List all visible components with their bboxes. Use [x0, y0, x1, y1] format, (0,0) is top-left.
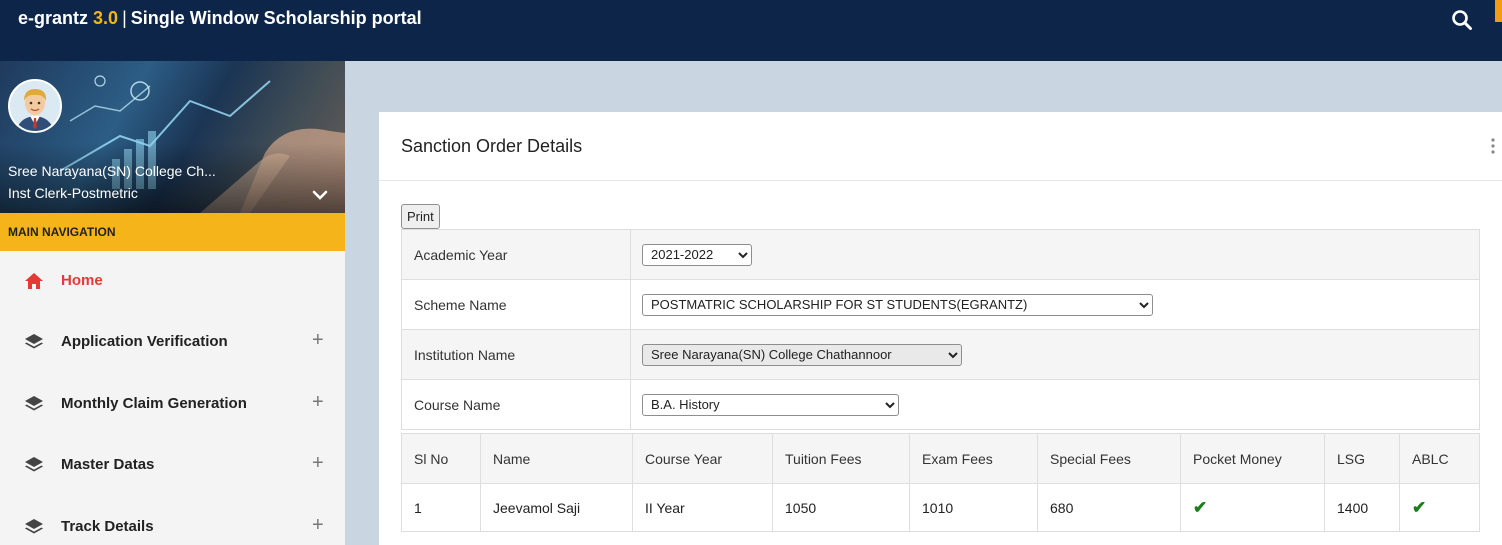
- chevron-down-icon: [312, 190, 328, 200]
- user-profile-panel: Sree Narayana(SN) College Ch... Inst Cle…: [0, 61, 345, 213]
- column-header-name: Name: [480, 433, 633, 484]
- cell-exam-fees: 1010: [909, 483, 1038, 532]
- column-header-special-fees: Special Fees: [1037, 433, 1181, 484]
- cell-pocket-money: ✔: [1180, 483, 1325, 532]
- sidebar-item-label: Home: [61, 272, 103, 289]
- user-avatar-icon: [10, 81, 60, 131]
- expand-plus-icon[interactable]: +: [312, 329, 324, 352]
- academic-year-select[interactable]: 2021-2022: [642, 243, 752, 266]
- form-row-scheme-name: Scheme Name POSTMATRIC SCHOLARSHIP FOR S…: [401, 279, 1480, 330]
- sanction-order-card: Sanction Order Details Print Academic Ye…: [379, 112, 1502, 545]
- sidebar-item-application-verification[interactable]: Application Verification +: [0, 312, 345, 372]
- top-header-bar: e-grantz 3.0 | Single Window Scholarship p…: [0, 0, 1502, 61]
- brand-name: e-grantz: [18, 8, 89, 28]
- column-header-ablc: ABLC: [1399, 433, 1480, 484]
- sidebar-item-home[interactable]: Home: [0, 251, 345, 311]
- institution-name-cell: Sree Narayana(SN) College Chathannoor: [630, 329, 1480, 380]
- sidebar-item-label: Application Verification: [61, 333, 228, 350]
- institution-name-select[interactable]: Sree Narayana(SN) College Chathannoor: [642, 343, 962, 366]
- sidebar-item-label: Master Datas: [61, 456, 155, 473]
- page-title: Sanction Order Details: [401, 136, 583, 156]
- app-brand[interactable]: e-grantz 3.0 | Single Window Scholarship p…: [18, 8, 422, 29]
- course-name-cell: B.A. History: [630, 379, 1480, 430]
- layers-icon: [25, 396, 43, 411]
- table-header-row: Sl No Name Course Year Tuition Fees Exam…: [401, 433, 1480, 484]
- expand-plus-icon[interactable]: +: [312, 514, 324, 537]
- scheme-name-cell: POSTMATRIC SCHOLARSHIP FOR ST STUDENTS(E…: [630, 279, 1480, 330]
- expand-plus-icon[interactable]: +: [312, 391, 324, 414]
- sidebar-item-label: Track Details: [61, 518, 154, 535]
- check-icon: ✔: [1412, 497, 1427, 517]
- form-row-academic-year: Academic Year 2021-2022: [401, 229, 1480, 280]
- cell-ablc: ✔: [1399, 483, 1480, 532]
- card-menu-button[interactable]: [1489, 136, 1497, 156]
- cell-lsg: 1400: [1324, 483, 1400, 532]
- card-divider: [379, 180, 1502, 181]
- nav-header-label: MAIN NAVIGATION: [8, 225, 116, 239]
- brand-version: 3.0: [93, 8, 119, 28]
- accent-corner: [1495, 0, 1502, 22]
- cell-course-year: II Year: [632, 483, 773, 532]
- column-header-sl-no: Sl No: [401, 433, 481, 484]
- search-icon: [1452, 10, 1472, 30]
- institution-name-label: Institution Name: [401, 329, 631, 380]
- cell-sl-no: 1: [401, 483, 481, 532]
- cell-name: Jeevamol Saji: [480, 483, 633, 532]
- sidebar: Sree Narayana(SN) College Ch... Inst Cle…: [0, 61, 345, 545]
- sidebar-item-track-details[interactable]: Track Details +: [0, 497, 345, 545]
- column-header-lsg: LSG: [1324, 433, 1400, 484]
- expand-plus-icon[interactable]: +: [312, 452, 324, 475]
- sanction-data-table: Sl No Name Course Year Tuition Fees Exam…: [401, 433, 1480, 532]
- search-button[interactable]: [1450, 8, 1474, 32]
- filter-form-table: Academic Year 2021-2022 Scheme Name POST…: [401, 229, 1480, 430]
- sidebar-item-label: Monthly Claim Generation: [61, 395, 247, 412]
- academic-year-label: Academic Year: [401, 229, 631, 280]
- main-navigation-header: MAIN NAVIGATION: [0, 213, 345, 251]
- column-header-exam-fees: Exam Fees: [909, 433, 1038, 484]
- course-name-select[interactable]: B.A. History: [642, 393, 899, 416]
- avatar: [8, 79, 62, 133]
- print-button[interactable]: Print: [401, 204, 440, 229]
- form-row-course-name: Course Name B.A. History: [401, 379, 1480, 430]
- cell-tuition-fees: 1050: [772, 483, 910, 532]
- table-row: 1 Jeevamol Saji II Year 1050 1010 680 ✔ …: [401, 483, 1480, 532]
- sidebar-item-monthly-claim-generation[interactable]: Monthly Claim Generation +: [0, 374, 345, 434]
- column-header-tuition-fees: Tuition Fees: [772, 433, 910, 484]
- layers-icon: [25, 519, 43, 534]
- course-name-label: Course Name: [401, 379, 631, 430]
- check-icon: ✔: [1193, 497, 1208, 517]
- cell-special-fees: 680: [1037, 483, 1181, 532]
- scheme-name-label: Scheme Name: [401, 279, 631, 330]
- more-vertical-icon: [1491, 138, 1495, 154]
- profile-dropdown-toggle[interactable]: [310, 187, 330, 203]
- academic-year-cell: 2021-2022: [630, 229, 1480, 280]
- home-icon: [25, 273, 43, 289]
- user-institution-name: Sree Narayana(SN) College Ch...: [8, 163, 216, 179]
- brand-separator: |: [122, 8, 127, 28]
- layers-icon: [25, 334, 43, 349]
- sidebar-item-master-datas[interactable]: Master Datas +: [0, 435, 345, 495]
- portal-title: Single Window Scholarship portal: [130, 8, 422, 28]
- column-header-pocket-money: Pocket Money: [1180, 433, 1325, 484]
- scheme-name-select[interactable]: POSTMATRIC SCHOLARSHIP FOR ST STUDENTS(E…: [642, 293, 1153, 316]
- layers-icon: [25, 457, 43, 472]
- column-header-course-year: Course Year: [632, 433, 773, 484]
- user-role: Inst Clerk-Postmetric: [8, 185, 138, 201]
- form-row-institution-name: Institution Name Sree Narayana(SN) Colle…: [401, 329, 1480, 380]
